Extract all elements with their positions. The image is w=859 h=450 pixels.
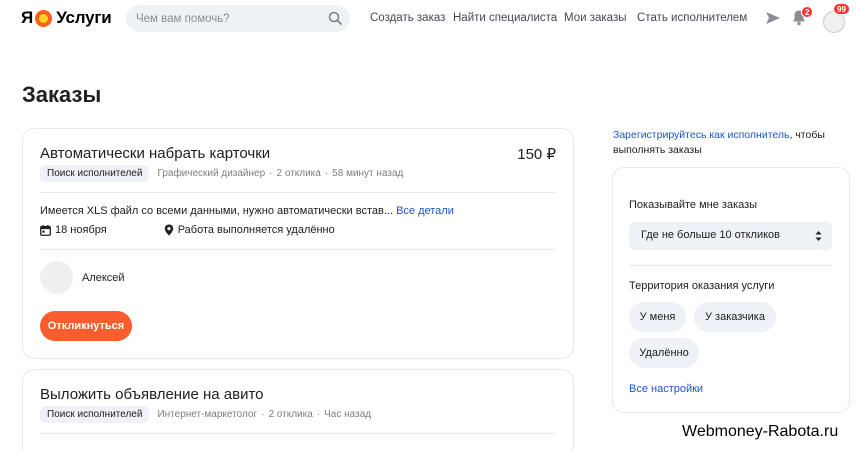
nav-find-specialist[interactable]: Найти специалиста: [453, 12, 557, 24]
yandex-services-logo[interactable]: Я Услуги: [21, 8, 112, 28]
location-pin-icon: [164, 224, 173, 236]
send-icon[interactable]: [765, 10, 781, 26]
top-bar: Я Услуги Создать заказ Найти специалиста…: [0, 0, 859, 38]
order-info-row: 18 ноября Работа выполняется удалённо: [40, 224, 335, 236]
order-responses: 2 отклика: [276, 168, 321, 179]
order-card[interactable]: Автоматически набрать карточки 150 ₽ Пои…: [22, 128, 574, 359]
status-chip: Поиск исполнителей: [40, 165, 150, 182]
order-meta: Поиск исполнителей Интернет-маркетолог ·…: [40, 406, 371, 423]
divider: [40, 433, 556, 434]
order-description: Имеется XLS файл со всеми данными, нужно…: [40, 205, 454, 217]
order-category: Графический дизайнер: [157, 168, 266, 179]
all-details-link[interactable]: Все детали: [396, 205, 454, 217]
order-time: 58 минут назад: [332, 168, 404, 179]
divider: [40, 249, 556, 250]
order-meta: Поиск исполнителей Графический дизайнер …: [40, 165, 403, 182]
order-location: Работа выполняется удалённо: [177, 224, 335, 236]
customer[interactable]: Алексей: [40, 261, 125, 294]
order-time: Час назад: [324, 409, 372, 420]
order-title[interactable]: Выложить объявление на авито: [40, 386, 264, 403]
separator-dot: ·: [316, 409, 321, 420]
respond-button[interactable]: Откликнуться: [40, 311, 132, 341]
status-chip: Поиск исполнителей: [40, 406, 150, 423]
watermark: Webmoney-Rabota.ru: [682, 423, 839, 441]
separator-dot: ·: [261, 409, 265, 420]
filter-panel: Показывайте мне заказы Где не больше 10 …: [612, 167, 850, 413]
select-value: Где не больше 10 откликов: [641, 229, 780, 241]
divider: [629, 265, 832, 266]
search-icon[interactable]: [328, 11, 342, 25]
search-input[interactable]: [136, 5, 326, 32]
separator-dot: ·: [324, 168, 329, 179]
notifications-badge: 2: [801, 6, 814, 18]
order-title[interactable]: Автоматически набрать карточки: [40, 145, 270, 162]
logo-circle-icon: [35, 9, 53, 27]
nav-become-performer[interactable]: Стать исполнителем: [637, 12, 747, 24]
nav-create-order[interactable]: Создать заказ: [370, 12, 445, 24]
search-box: [126, 5, 350, 32]
logo-text: Услуги: [56, 8, 112, 27]
calendar-icon: [40, 224, 51, 236]
avatar-badge: 99: [833, 3, 850, 15]
territory-option-mine[interactable]: У меня: [629, 302, 686, 332]
separator-dot: ·: [269, 168, 273, 179]
show-orders-label: Показывайте мне заказы: [629, 199, 758, 211]
page-title: Заказы: [22, 82, 102, 107]
responses-filter-select[interactable]: Где не больше 10 откликов: [629, 222, 832, 250]
order-card[interactable]: Выложить объявление на авито Поиск испол…: [22, 369, 574, 450]
logo-ya-mark: Я: [21, 8, 34, 27]
order-price: 150 ₽: [517, 146, 556, 163]
order-description-text: Имеется XLS файл со всеми данными, нужно…: [40, 205, 394, 217]
divider: [40, 192, 556, 193]
register-link[interactable]: Зарегистрируйтесь как исполнитель: [613, 129, 789, 141]
select-arrows-icon: [815, 231, 822, 241]
territory-option-remote[interactable]: Удалённо: [629, 338, 699, 368]
order-responses: 2 отклика: [268, 409, 313, 420]
territory-option-customer[interactable]: У заказчика: [694, 302, 776, 332]
all-settings-link[interactable]: Все настройки: [629, 383, 703, 395]
order-category: Интернет-маркетолог: [157, 409, 258, 420]
order-date: 18 ноября: [55, 224, 107, 236]
register-note: Зарегистрируйтесь как исполнитель, чтобы…: [613, 128, 848, 158]
nav-my-orders[interactable]: Мои заказы: [564, 12, 626, 24]
territory-label: Территория оказания услуги: [629, 280, 775, 292]
customer-name: Алексей: [82, 271, 125, 284]
customer-avatar: [40, 261, 73, 294]
